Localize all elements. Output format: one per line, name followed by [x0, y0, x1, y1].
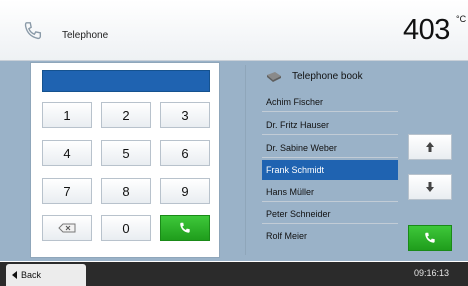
panel-divider: [245, 65, 246, 255]
backspace-button[interactable]: [42, 215, 92, 241]
backspace-icon: [58, 223, 76, 233]
title-bar: Telephone 403 °C: [0, 0, 468, 61]
contact-item[interactable]: Dr. Fritz Hauser: [262, 115, 398, 135]
phonebook-title: Telephone book: [292, 71, 363, 82]
key-3[interactable]: 3: [160, 102, 210, 128]
clock: 09:16:13: [414, 268, 450, 278]
key-7[interactable]: 7: [42, 178, 92, 204]
contact-item[interactable]: Hans Müller: [262, 182, 398, 202]
temperature-unit: °C: [456, 14, 467, 24]
page-title: Telephone: [62, 30, 109, 41]
key-9[interactable]: 9: [160, 178, 210, 204]
number-display[interactable]: [42, 70, 210, 92]
key-2[interactable]: 2: [101, 102, 151, 128]
contact-item[interactable]: Dr. Sabine Weber: [262, 138, 398, 158]
temperature-display: 403: [403, 14, 450, 46]
scroll-down-button[interactable]: [408, 174, 452, 200]
contact-item[interactable]: Achim Fischer: [262, 92, 398, 112]
key-8[interactable]: 8: [101, 178, 151, 204]
back-label: Back: [21, 270, 42, 280]
back-arrow-icon: [12, 271, 17, 279]
phone-handset-icon: [425, 232, 435, 243]
book-icon: [267, 72, 281, 82]
arrow-up-icon: [426, 142, 434, 152]
key-1[interactable]: 1: [42, 102, 92, 128]
arrow-down-icon: [426, 182, 434, 192]
phone-handset-icon: [180, 222, 190, 233]
dial-button[interactable]: [160, 215, 210, 241]
call-contact-button[interactable]: [408, 225, 452, 251]
key-6[interactable]: 6: [160, 140, 210, 166]
back-button[interactable]: Back: [6, 264, 86, 286]
temperature-unit-secondary: [462, 30, 464, 39]
key-4[interactable]: 4: [42, 140, 92, 166]
key-0[interactable]: 0: [101, 215, 151, 241]
phone-icon: [24, 22, 42, 40]
key-5[interactable]: 5: [101, 140, 151, 166]
contact-item-selected[interactable]: Frank Schmidt: [262, 160, 398, 180]
scroll-up-button[interactable]: [408, 134, 452, 160]
contact-item[interactable]: Rolf Meier: [262, 226, 398, 246]
contact-item[interactable]: Peter Schneider: [262, 204, 398, 224]
